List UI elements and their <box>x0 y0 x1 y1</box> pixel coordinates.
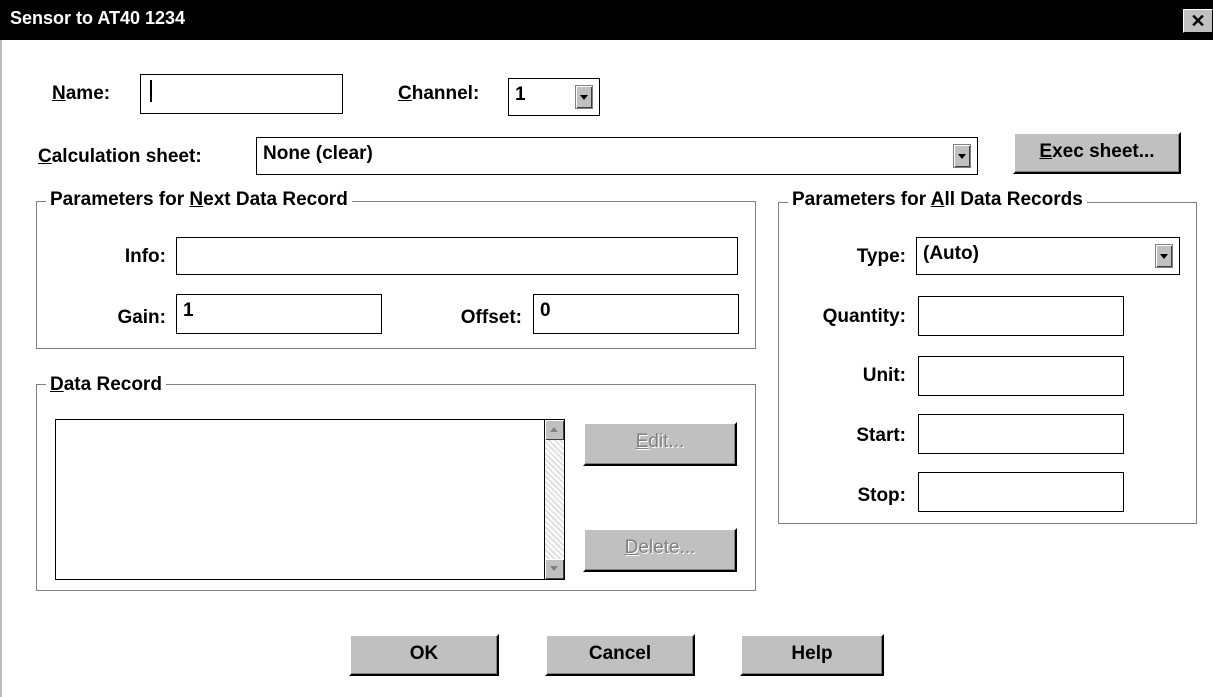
name-label: Name: <box>52 83 111 104</box>
text-caret <box>150 79 152 102</box>
start-input[interactable] <box>918 414 1124 454</box>
quantity-label: Quantity: <box>822 306 906 327</box>
channel-value: 1 <box>515 84 526 105</box>
window-title: Sensor to AT40 1234 <box>10 8 186 28</box>
all-records-group-title: Parameters for All Data Records <box>788 189 1087 211</box>
close-icon: ✕ <box>1190 11 1206 31</box>
delete-button[interactable]: Delete... <box>583 528 737 572</box>
exec-sheet-button[interactable]: Exec sheet... <box>1013 132 1181 174</box>
offset-label: Offset: <box>460 307 522 328</box>
calculation-dropdown-icon[interactable] <box>953 144 971 168</box>
cancel-button[interactable]: Cancel <box>545 634 695 676</box>
title-bar: Sensor to AT40 1234 ✕ <box>0 0 1213 40</box>
calculation-sheet-value: None (clear) <box>263 143 373 164</box>
info-input[interactable] <box>176 237 738 275</box>
channel-select[interactable]: 1 <box>508 78 600 116</box>
stop-label: Stop: <box>857 485 906 506</box>
type-dropdown-icon[interactable] <box>1155 244 1173 268</box>
next-record-group-title: Parameters for Next Data Record <box>46 189 352 211</box>
gain-label: Gain: <box>117 307 166 328</box>
data-record-list[interactable] <box>55 419 565 580</box>
type-select[interactable]: (Auto) <box>916 237 1180 275</box>
type-label: Type: <box>856 246 906 267</box>
stop-input[interactable] <box>918 472 1124 512</box>
calculation-sheet-label: Calculation sheet: <box>38 146 202 167</box>
scroll-down-icon[interactable] <box>545 559 564 579</box>
data-record-scrollbar[interactable] <box>544 420 564 579</box>
offset-input[interactable]: 0 <box>533 294 739 334</box>
edit-button[interactable]: Edit... <box>583 422 737 466</box>
unit-label: Unit: <box>862 365 906 386</box>
calculation-sheet-select[interactable]: None (clear) <box>256 137 978 175</box>
unit-input[interactable] <box>918 356 1124 396</box>
type-value: (Auto) <box>923 243 979 264</box>
ok-button[interactable]: OK <box>349 634 499 676</box>
gain-input[interactable]: 1 <box>176 294 382 334</box>
quantity-input[interactable] <box>918 296 1124 336</box>
name-input[interactable] <box>140 74 343 114</box>
scroll-up-icon[interactable] <box>545 420 564 440</box>
info-label: Info: <box>124 246 166 267</box>
help-button[interactable]: Help <box>740 634 884 676</box>
window-left-edge <box>0 40 2 697</box>
data-record-group-title: Data Record <box>46 374 166 396</box>
start-label: Start: <box>856 425 906 446</box>
channel-label: Channel: <box>398 83 480 104</box>
close-button[interactable]: ✕ <box>1183 9 1213 33</box>
channel-dropdown-icon[interactable] <box>575 85 593 109</box>
